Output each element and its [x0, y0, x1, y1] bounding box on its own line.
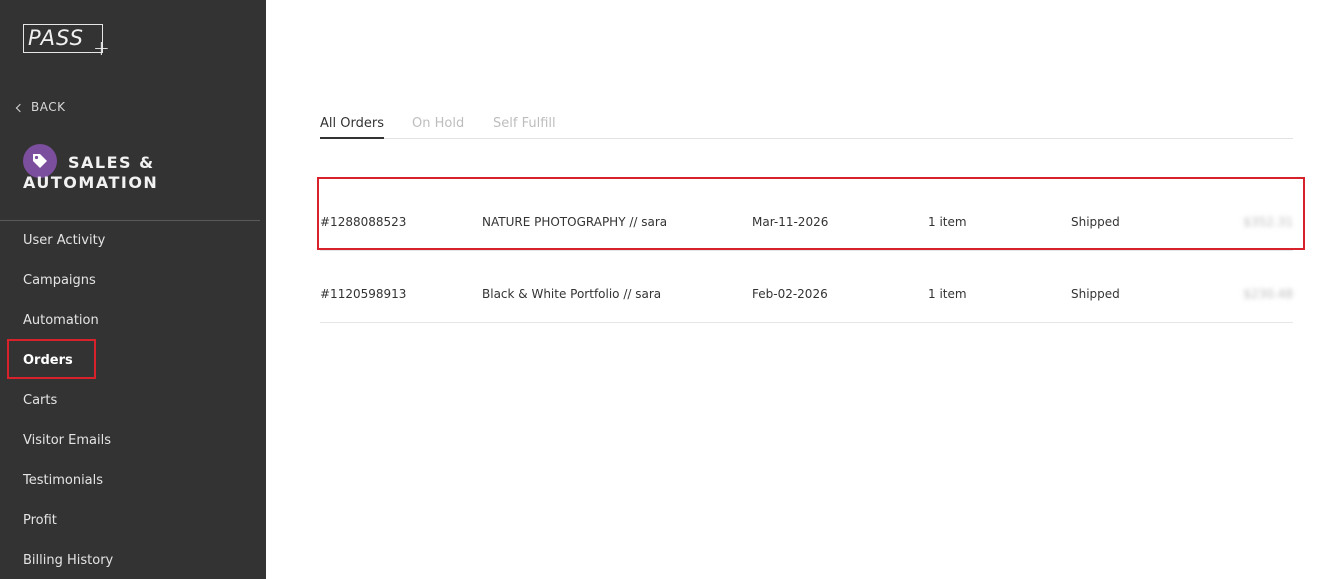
order-row[interactable]: #1120598913 Black & White Portfolio // s…: [320, 258, 1293, 330]
chevron-left-icon: [15, 103, 25, 112]
sidebar-item-billing-history[interactable]: Billing History: [23, 553, 113, 568]
sidebar-item-carts[interactable]: Carts: [23, 393, 57, 408]
order-row-highlight-box: [317, 177, 1305, 250]
back-link[interactable]: BACK: [15, 100, 66, 114]
order-date: Feb-02-2026: [752, 287, 828, 301]
tab-on-hold[interactable]: On Hold: [412, 116, 464, 137]
orders-highlight-box: [7, 339, 96, 379]
order-total: $230.48: [1243, 287, 1293, 301]
sidebar: PASS + BACK SALES & AUTOMATION User Acti…: [0, 0, 266, 579]
main-content: All Orders On Hold Self Fulfill #1288088…: [266, 0, 1323, 579]
tab-all-orders[interactable]: All Orders: [320, 116, 384, 139]
order-id: #1120598913: [320, 287, 407, 301]
tab-self-fulfill[interactable]: Self Fulfill: [493, 116, 556, 137]
order-items: 1 item: [928, 287, 967, 301]
row-divider: [320, 250, 1293, 251]
sidebar-item-visitor-emails[interactable]: Visitor Emails: [23, 433, 111, 448]
order-name: Black & White Portfolio // sara: [482, 287, 662, 301]
sidebar-item-campaigns[interactable]: Campaigns: [23, 273, 96, 288]
sidebar-item-automation[interactable]: Automation: [23, 313, 99, 328]
sidebar-item-testimonials[interactable]: Testimonials: [23, 473, 103, 488]
section-title: SALES & AUTOMATION: [23, 153, 159, 192]
pass-logo[interactable]: PASS +: [23, 24, 111, 60]
sidebar-item-profit[interactable]: Profit: [23, 513, 57, 528]
row-divider: [320, 322, 1293, 323]
sidebar-divider: [0, 220, 260, 221]
logo-text: PASS: [28, 26, 84, 50]
back-label: BACK: [31, 100, 66, 114]
sidebar-item-user-activity[interactable]: User Activity: [23, 233, 105, 248]
order-tabs: All Orders On Hold Self Fulfill: [320, 116, 1293, 139]
logo-plus: +: [93, 36, 110, 60]
order-status: Shipped: [1071, 287, 1120, 301]
